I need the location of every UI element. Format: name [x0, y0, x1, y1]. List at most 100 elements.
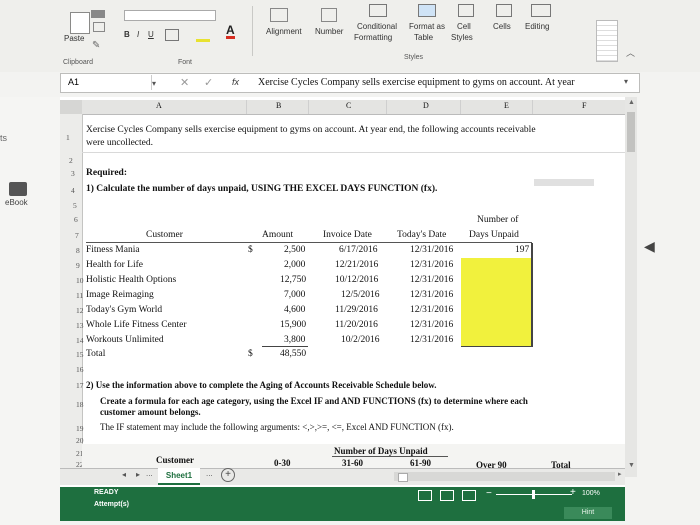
aging-title[interactable]: Number of Days Unpaid: [334, 446, 428, 456]
todays-date-cell[interactable]: 12/31/2016: [410, 305, 453, 315]
insert-function-button[interactable]: fx: [232, 77, 239, 87]
page-layout-icon[interactable]: [440, 490, 454, 501]
row-number[interactable]: 1: [66, 133, 86, 142]
header-amount[interactable]: Amount: [262, 230, 293, 240]
scroll-right-icon[interactable]: ▸: [618, 470, 622, 478]
collapse-ribbon-icon[interactable]: ︿: [626, 46, 635, 59]
header-days-unpaid-line1[interactable]: Number of: [477, 215, 518, 225]
copy-icon[interactable]: [93, 22, 105, 32]
row-number[interactable]: 7: [75, 231, 95, 240]
todays-date-cell[interactable]: 12/31/2016: [410, 335, 453, 345]
row-number[interactable]: 2: [69, 156, 89, 165]
customer-name[interactable]: Workouts Unlimited: [86, 335, 164, 345]
page-break-icon[interactable]: [462, 490, 476, 501]
format-painter-icon[interactable]: ✎: [92, 40, 100, 51]
number-format-icon[interactable]: [321, 8, 337, 22]
amount-cell[interactable]: 2,000: [284, 260, 305, 270]
aging-col-61-90[interactable]: 61-90: [410, 458, 431, 468]
expand-formula-bar-icon[interactable]: ▾: [624, 77, 628, 86]
zoom-level[interactable]: 100%: [582, 490, 600, 497]
row-number[interactable]: 6: [74, 215, 94, 224]
customer-name[interactable]: Health for Life: [86, 260, 143, 270]
aging-col-31-60[interactable]: 31-60: [342, 458, 363, 468]
column-header-a[interactable]: A: [156, 101, 162, 110]
required-heading[interactable]: Required:: [86, 168, 127, 178]
days-unpaid-input-area[interactable]: [461, 258, 532, 346]
horizontal-scroll-thumb[interactable]: [398, 473, 408, 482]
total-label[interactable]: Total: [86, 349, 105, 359]
cell-styles-button[interactable]: Cell: [457, 22, 471, 31]
amount-cell[interactable]: 4,600: [284, 305, 305, 315]
conditional-formatting-button[interactable]: Conditional: [357, 22, 397, 31]
enter-icon[interactable]: ✓: [204, 76, 213, 89]
customer-name[interactable]: Whole Life Fitness Center: [86, 320, 187, 330]
borders-icon[interactable]: [165, 29, 179, 41]
total-amount[interactable]: 48,550: [280, 349, 306, 359]
aging-col-0-30[interactable]: 0-30: [274, 458, 291, 468]
cells-icon[interactable]: [496, 4, 512, 17]
amount-cell[interactable]: 12,750: [280, 275, 306, 285]
resize-arrow-icon[interactable]: ◀: [644, 238, 655, 255]
format-as-table-button[interactable]: Format as: [409, 22, 445, 31]
name-box[interactable]: A1: [62, 75, 152, 90]
column-header-b[interactable]: B: [276, 101, 281, 110]
format-as-table-button-line2[interactable]: Table: [414, 33, 433, 42]
alignment-icon[interactable]: [270, 8, 288, 22]
todays-date-cell[interactable]: 12/31/2016: [410, 320, 453, 330]
font-name-select[interactable]: [124, 10, 216, 21]
paste-icon[interactable]: [70, 12, 90, 34]
cell-styles-button-line2[interactable]: Styles: [451, 33, 473, 42]
customer-name[interactable]: Today's Gym World: [86, 305, 162, 315]
cells-button[interactable]: Cells: [493, 22, 511, 31]
customer-name[interactable]: Image Reimaging: [86, 290, 154, 300]
column-header-c[interactable]: C: [346, 101, 351, 110]
scroll-down-icon[interactable]: ▼: [628, 462, 635, 469]
amount-cell[interactable]: 3,800: [284, 335, 305, 345]
zoom-in-icon[interactable]: +: [570, 487, 576, 498]
tab-sheet1[interactable]: Sheet1: [158, 468, 200, 485]
tab-ellipsis-right[interactable]: ...: [206, 469, 213, 478]
column-header-e[interactable]: E: [504, 101, 509, 110]
number-button[interactable]: Number: [315, 27, 343, 36]
invoice-date-cell[interactable]: 11/20/2016: [335, 320, 378, 330]
normal-view-icon[interactable]: [418, 490, 432, 501]
font-color-icon[interactable]: A: [226, 24, 235, 39]
scroll-up-icon[interactable]: ▲: [628, 99, 635, 106]
column-header-d[interactable]: D: [423, 101, 429, 110]
todays-date-cell[interactable]: 12/31/2016: [410, 275, 453, 285]
conditional-formatting-button-line2[interactable]: Formatting: [354, 33, 392, 42]
underline-button[interactable]: U: [148, 30, 154, 39]
select-all-button[interactable]: [60, 100, 82, 114]
invoice-date-cell[interactable]: 10/12/2016: [335, 275, 378, 285]
header-days-unpaid-line2[interactable]: Days Unpaid: [469, 230, 519, 240]
days-unpaid-cell[interactable]: 197: [515, 245, 529, 255]
intro-text-line2[interactable]: were uncollected.: [86, 138, 153, 148]
question-18-line2[interactable]: customer amount belongs.: [100, 407, 201, 417]
row-number[interactable]: 19: [76, 424, 96, 433]
add-sheet-icon[interactable]: +: [221, 468, 235, 482]
question-19[interactable]: The IF statement may include the followi…: [100, 422, 454, 432]
left-panel-item[interactable]: ts: [0, 133, 7, 143]
header-customer[interactable]: Customer: [146, 230, 183, 240]
header-todays-date[interactable]: Today's Date: [397, 230, 446, 240]
cell-styles-icon[interactable]: [458, 4, 474, 17]
intro-text-line1[interactable]: Xercise Cycles Company sells exercise eq…: [86, 125, 536, 135]
question-1[interactable]: 1) Calculate the number of days unpaid, …: [86, 184, 437, 194]
customer-name[interactable]: Fitness Mania: [86, 245, 140, 255]
tab-scroll-left-icon[interactable]: ◂: [122, 470, 126, 479]
question-2[interactable]: 2) Use the information above to complete…: [86, 380, 436, 390]
formula-input[interactable]: Xercise Cycles Company sells exercise eq…: [258, 77, 575, 88]
hint-button[interactable]: Hint: [564, 507, 612, 519]
conditional-formatting-icon[interactable]: [369, 4, 387, 17]
cut-icon[interactable]: [91, 10, 105, 18]
header-invoice-date[interactable]: Invoice Date: [323, 230, 372, 240]
attempts-link[interactable]: Attempt(s): [94, 501, 129, 508]
name-box-dropdown-icon[interactable]: ▾: [152, 79, 156, 88]
row-number[interactable]: 18: [76, 400, 96, 409]
row-number[interactable]: 5: [73, 201, 93, 210]
row-number[interactable]: 16: [76, 365, 96, 374]
amount-cell[interactable]: 7,000: [284, 290, 305, 300]
zoom-slider-handle[interactable]: [532, 490, 535, 499]
editing-button[interactable]: Editing: [525, 22, 549, 31]
tab-ellipsis-left[interactable]: ...: [146, 469, 153, 478]
